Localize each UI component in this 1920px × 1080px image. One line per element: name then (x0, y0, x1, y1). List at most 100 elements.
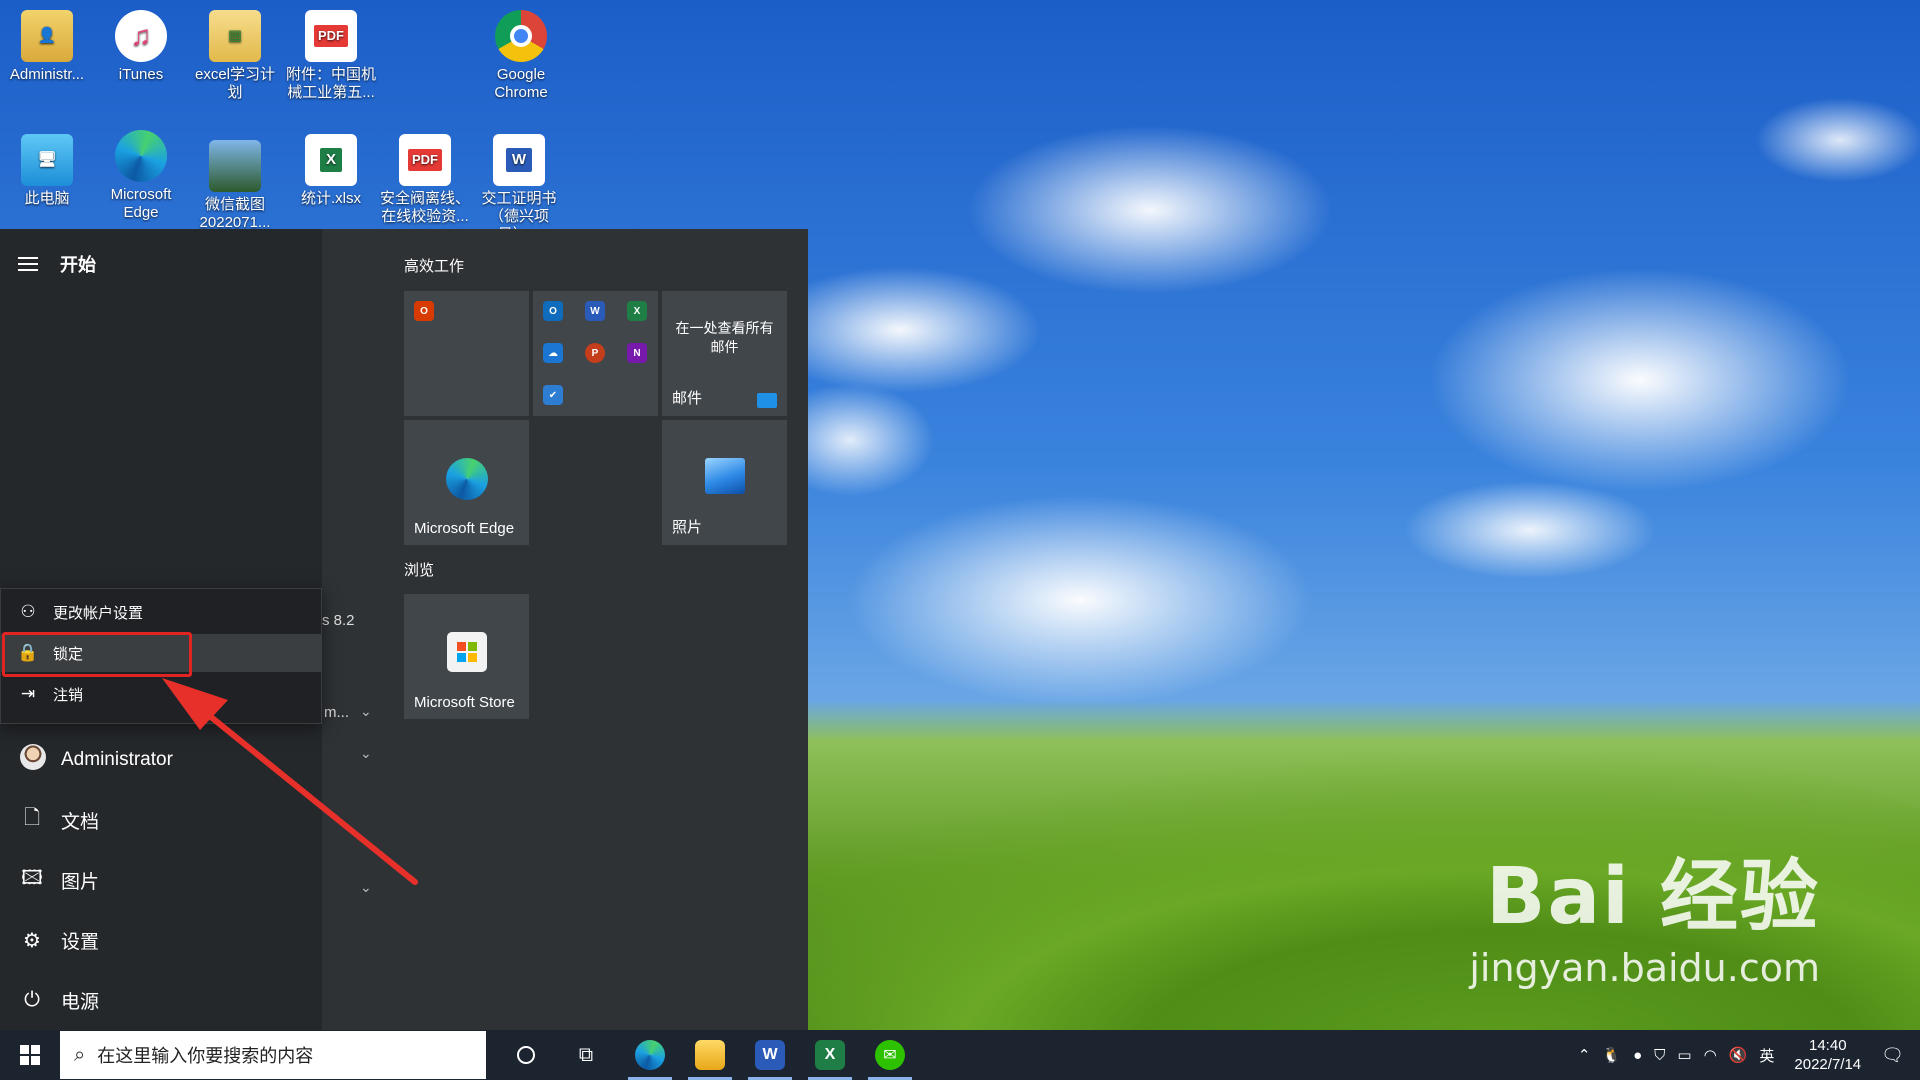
store-icon (446, 632, 487, 672)
start-button[interactable] (0, 1030, 60, 1080)
notification-center-icon[interactable]: 🗨 (1881, 1045, 1904, 1066)
flyout-label: 注销 (53, 686, 84, 704)
mail-tile-label: 邮件 (672, 390, 703, 407)
security-shield-icon[interactable]: ⛉ (1654, 1047, 1665, 1064)
photos-tile-label: 照片 (672, 519, 703, 536)
edge-icon (115, 130, 167, 182)
taskbar-word[interactable]: W (740, 1030, 800, 1080)
avatar (20, 744, 46, 770)
account-settings-icon: ⚇ (20, 602, 36, 621)
document-icon: 🗋 (23, 807, 41, 829)
onenote-icon: N (627, 343, 647, 363)
folder-icon (695, 1040, 725, 1070)
clock-time: 14:40 (1809, 1037, 1847, 1054)
battery-icon[interactable]: ▭ (1677, 1046, 1691, 1064)
left-item-documents[interactable]: 🗋 文档 (0, 794, 322, 846)
desktop-icon-edge[interactable]: Microsoft Edge (96, 130, 186, 222)
mail-icon (757, 393, 777, 408)
left-item-label: 文档 (61, 811, 100, 833)
desktop-icon-label: excel学习计划 (194, 66, 276, 101)
itunes-icon: ♫ (115, 10, 167, 62)
search-placeholder: 在这里输入你要搜索的内容 (97, 1046, 314, 1066)
tile-microsoft-edge[interactable]: Microsoft Edge (404, 420, 529, 545)
taskbar-excel[interactable]: X (800, 1030, 860, 1080)
chevron-down-icon[interactable]: ⌄ (360, 879, 372, 896)
ime-indicator[interactable]: 英 (1759, 1045, 1774, 1066)
desktop-icon-safety-valve-pdf[interactable]: PDF 安全阀离线、在线校验资... (380, 134, 470, 226)
tile-photos[interactable]: 照片 (662, 420, 787, 545)
chrome-icon (495, 10, 547, 62)
tile-office-apps[interactable]: O W X ☁ P N ✔ (533, 291, 658, 416)
left-item-pictures[interactable]: 🖾 图片 (0, 854, 322, 906)
chevron-down-icon[interactable]: ⌄ (360, 703, 372, 720)
this-pc-icon: 🖥 (21, 134, 73, 186)
start-tiles-area: s 8.2 m... ⌄ ⌄ ⌄ 高效工作 O O W X ☁ P N ✔ 在一… (322, 229, 808, 1030)
todo-icon: ✔ (543, 385, 563, 405)
power-icon: ⏻ (24, 988, 40, 1011)
user-account-button[interactable]: Administrator (0, 734, 322, 786)
left-item-power[interactable]: ⏻ 电源 (0, 974, 322, 1026)
task-view-icon: ⧉ (578, 1043, 594, 1066)
mail-tile-text: 在一处查看所有邮件 (675, 320, 774, 355)
word-file-icon: W (493, 134, 545, 186)
taskbar-file-explorer[interactable] (680, 1030, 740, 1080)
wechat-icon: ✉ (875, 1040, 905, 1070)
sign-out-button[interactable]: ⇥ 注销 (1, 675, 321, 713)
desktop-icon-label: Microsoft Edge (110, 186, 172, 221)
show-hidden-icons-icon[interactable]: ⌃ (1578, 1046, 1591, 1064)
clock[interactable]: 14:40 2022/7/14 (1794, 1036, 1861, 1074)
qq-icon[interactable]: 🐧 (1602, 1046, 1621, 1064)
desktop-icon-label: 微信截图 2022071... (199, 196, 271, 231)
desktop-icon-pdf-attachment[interactable]: PDF 附件：中国机械工业第五... (286, 10, 376, 102)
cortana-button[interactable] (496, 1030, 556, 1080)
taskbar-search-box[interactable]: ⌕ 在这里输入你要搜索的内容 (60, 1031, 486, 1079)
hamburger-menu-icon[interactable] (18, 257, 38, 271)
task-view-button[interactable]: ⧉ (556, 1030, 616, 1080)
excel-file-icon: X (305, 134, 357, 186)
desktop-icon-administrator[interactable]: 👤 Administr... (2, 10, 92, 84)
annotation-highlight-box (2, 632, 192, 677)
baidu-watermark: Bai 经验 jingyan.baidu.com (1469, 834, 1820, 990)
search-icon: ⌕ (74, 1043, 86, 1066)
gear-icon: ⚙ (23, 929, 41, 952)
tile-mail[interactable]: 在一处查看所有邮件 邮件 (662, 291, 787, 416)
windows-logo-icon (20, 1045, 40, 1065)
cortana-circle-icon (517, 1046, 535, 1064)
desktop-icon-excel-plan[interactable]: ▦ excel学习计划 (190, 10, 280, 102)
wechat-tray-icon[interactable]: ● (1633, 1047, 1642, 1064)
tile-group-title-browse: 浏览 (404, 562, 435, 579)
user-name: Administrator (61, 749, 173, 770)
watermark-main: Bai 经验 (1486, 852, 1820, 942)
taskbar-edge[interactable] (620, 1030, 680, 1080)
left-item-settings[interactable]: ⚙ 设置 (0, 914, 322, 966)
desktop-icon-label: 此电脑 (24, 190, 70, 207)
desktop-icon-label: Administr... (9, 66, 85, 83)
edge-icon (445, 458, 488, 500)
network-icon[interactable]: ◠ (1704, 1046, 1717, 1064)
desktop-icon-this-pc[interactable]: 🖥 此电脑 (2, 134, 92, 208)
taskbar: ⌕ 在这里输入你要搜索的内容 ⧉ W X ✉ ⌃ 🐧 ● ⛉ ▭ ◠ 🔇 英 1… (0, 1030, 1920, 1080)
change-account-settings[interactable]: ⚇ 更改帐户设置 (1, 593, 321, 631)
tile-group-title-productivity: 高效工作 (404, 258, 465, 275)
desktop-icon-handover-doc[interactable]: W 交工证明书（德兴项目）... (474, 134, 564, 244)
tile-microsoft-store[interactable]: Microsoft Store (404, 594, 529, 719)
taskbar-wechat[interactable]: ✉ (860, 1030, 920, 1080)
watermark-sub: jingyan.baidu.com (1469, 946, 1820, 990)
desktop-icon-label: 附件：中国机械工业第五... (286, 66, 377, 101)
photos-icon (704, 458, 745, 494)
pdf-icon: PDF (305, 10, 357, 62)
outlook-icon: O (543, 301, 563, 321)
desktop-icon-label: 安全阀离线、在线校验资... (380, 190, 471, 225)
desktop-icon-stats-xlsx[interactable]: X 统计.xlsx (286, 134, 376, 208)
desktop-icon-wechat-screenshot[interactable]: 微信截图 2022071... (190, 140, 280, 232)
tile-office[interactable]: O (404, 291, 529, 416)
desktop-icon-chrome[interactable]: Google Chrome (476, 10, 566, 102)
desktop-icon-label: iTunes (118, 66, 164, 83)
chevron-down-icon[interactable]: ⌄ (360, 745, 372, 762)
volume-muted-icon[interactable]: 🔇 (1729, 1046, 1748, 1064)
edge-tile-label: Microsoft Edge (414, 520, 515, 537)
app-list-partial-1: s 8.2 (322, 612, 355, 629)
start-title: 开始 (60, 255, 96, 275)
start-menu: 开始 Administrator 🗋 文档 🖾 图片 ⚙ 设置 ⏻ 电源 s 8… (0, 229, 808, 1030)
desktop-icon-itunes[interactable]: ♫ iTunes (96, 10, 186, 84)
